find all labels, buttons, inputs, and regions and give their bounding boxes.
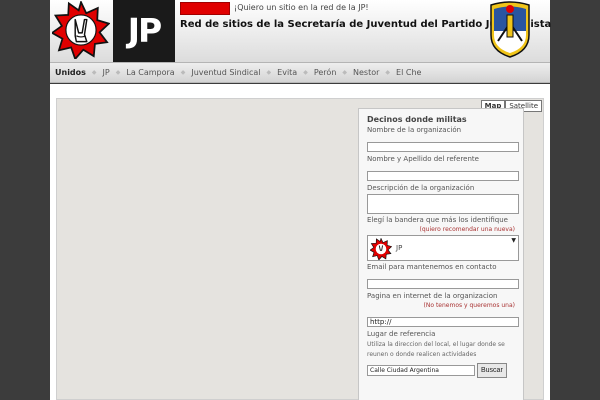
website-input[interactable]	[367, 317, 519, 327]
contact-name-label: Nombre y Apellido del referente	[367, 155, 479, 163]
description-textarea[interactable]	[367, 194, 519, 214]
chevron-down-icon[interactable]: ▼	[511, 237, 516, 244]
recommend-flag-link[interactable]: (quiero recomendar una nueva)	[367, 226, 515, 233]
nav-item-evita[interactable]: Evita	[277, 68, 297, 77]
nav-separator: ◆	[303, 69, 308, 76]
form-title: Decinos donde militas	[367, 115, 467, 124]
no-website-link[interactable]: (No tenemos y queremos una)	[367, 302, 515, 309]
description-label: Descripción de la organización	[367, 184, 475, 192]
nav-item-unidos[interactable]: Unidos	[55, 68, 86, 77]
nav-item-peron[interactable]: Perón	[314, 68, 337, 77]
nav-separator: ◆	[385, 69, 391, 76]
want-site-link[interactable]: ¡Quiero un sitio en la red de la JP!	[234, 3, 369, 12]
main-content: Map Satellite Decinos donde militas Nomb…	[50, 84, 550, 400]
flag-select[interactable]: JP ▼	[367, 235, 519, 261]
flag-label: Elegí la bandera que más los identifique	[367, 216, 508, 224]
nav-separator: ◆	[91, 69, 97, 76]
main-nav: Unidos ◆ JP ◆ La Campora ◆ Juventud Sind…	[50, 62, 550, 83]
website-label: Pagina en internet de la organizacion	[367, 292, 498, 300]
nav-item-el-che[interactable]: El Che	[396, 68, 421, 77]
nav-separator: ◆	[115, 69, 121, 76]
red-star-icon	[370, 238, 392, 260]
reference-place-label: Lugar de referencia	[367, 330, 436, 338]
address-input[interactable]	[367, 365, 475, 376]
contact-name-input[interactable]	[367, 171, 519, 181]
address-search-row: Buscar	[367, 363, 515, 378]
nav-separator: ◆	[342, 69, 348, 76]
nav-separator: ◆	[266, 69, 272, 76]
email-label: Email para mantenemos en contacto	[367, 263, 497, 271]
email-input[interactable]	[367, 279, 519, 289]
search-button[interactable]: Buscar	[477, 363, 507, 378]
organization-form: Decinos donde militas Nombre de la organ…	[358, 108, 524, 400]
org-name-input[interactable]	[367, 142, 519, 152]
jp-logo[interactable]: JP	[113, 0, 175, 62]
reference-hint: Utiliza la direccion del local, el lugar…	[367, 341, 505, 358]
nav-separator: ◆	[180, 69, 186, 76]
nav-item-nestor[interactable]: Nestor	[353, 68, 379, 77]
site-header: JP ¡Quiero un sitio en la red de la JP! …	[50, 0, 551, 62]
site-search-input[interactable]	[180, 2, 230, 15]
flag-selected-text: JP	[396, 244, 403, 252]
nav-item-jp[interactable]: JP	[103, 68, 110, 77]
pj-shield-icon[interactable]	[488, 1, 532, 59]
nav-item-la-campora[interactable]: La Campora	[126, 68, 174, 77]
nav-item-juventud-sindical[interactable]: Juventud Sindical	[191, 68, 260, 77]
org-name-label: Nombre de la organización	[367, 126, 462, 134]
red-star-logo-icon[interactable]	[52, 1, 110, 59]
